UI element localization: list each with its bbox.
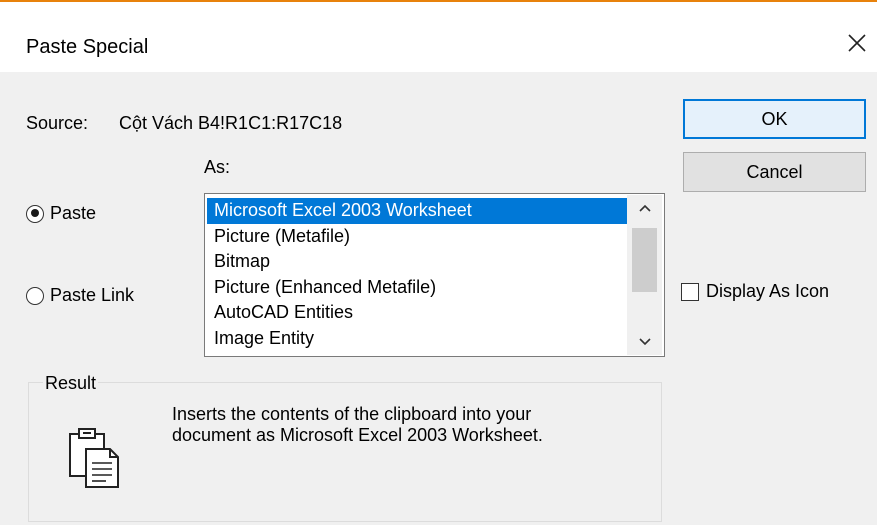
result-description-line: Inserts the contents of the clipboard in…	[172, 404, 532, 424]
result-description: Inserts the contents of the clipboard in…	[172, 404, 642, 446]
scroll-up-button[interactable]	[627, 195, 662, 221]
clipboard-paste-icon	[66, 425, 126, 496]
list-item[interactable]: Picture (Enhanced Metafile)	[207, 275, 629, 301]
cancel-button[interactable]: Cancel	[683, 152, 866, 192]
listbox-scrollbar[interactable]	[627, 195, 662, 355]
paste-link-radio-label: Paste Link	[50, 285, 135, 305]
close-icon	[848, 34, 866, 52]
list-item[interactable]: Bitmap	[207, 249, 629, 275]
radio-checked-indicator	[26, 204, 44, 223]
close-button[interactable]	[846, 32, 868, 54]
result-description-line: document as Microsoft Excel 2003 Workshe…	[172, 425, 543, 445]
list-item[interactable]: AutoCAD Entities	[207, 300, 629, 326]
paste-special-dialog: Paste Special Source: Cột Vách B4!R1C1:R…	[0, 0, 877, 525]
list-item[interactable]: Image Entity	[207, 326, 629, 352]
display-as-icon-label: Display As Icon	[706, 281, 830, 301]
result-legend: Result	[43, 372, 99, 394]
as-listbox[interactable]: Microsoft Excel 2003 Worksheet Picture (…	[204, 193, 665, 357]
radio-unchecked-indicator	[26, 286, 44, 305]
source-value: Cột Vách B4!R1C1:R17C18	[119, 113, 343, 133]
chevron-up-icon	[638, 204, 651, 212]
checkbox-box	[681, 282, 699, 301]
paste-radio[interactable]: Paste	[26, 203, 96, 224]
source-label: Source:	[26, 113, 89, 133]
as-list-items: Microsoft Excel 2003 Worksheet Picture (…	[207, 198, 629, 351]
chevron-down-icon	[638, 338, 651, 346]
ok-button[interactable]: OK	[683, 99, 866, 139]
paste-link-radio[interactable]: Paste Link	[26, 285, 134, 306]
list-item[interactable]: Microsoft Excel 2003 Worksheet	[207, 198, 629, 224]
display-as-icon-checkbox[interactable]: Display As Icon	[681, 281, 829, 302]
scrollbar-thumb[interactable]	[632, 228, 657, 292]
title-bar: Paste Special	[0, 2, 877, 72]
scroll-down-button[interactable]	[627, 329, 662, 355]
paste-radio-label: Paste	[50, 203, 97, 223]
as-label: As:	[204, 157, 231, 177]
list-item[interactable]: Picture (Metafile)	[207, 224, 629, 250]
dialog-title: Paste Special	[26, 36, 149, 58]
